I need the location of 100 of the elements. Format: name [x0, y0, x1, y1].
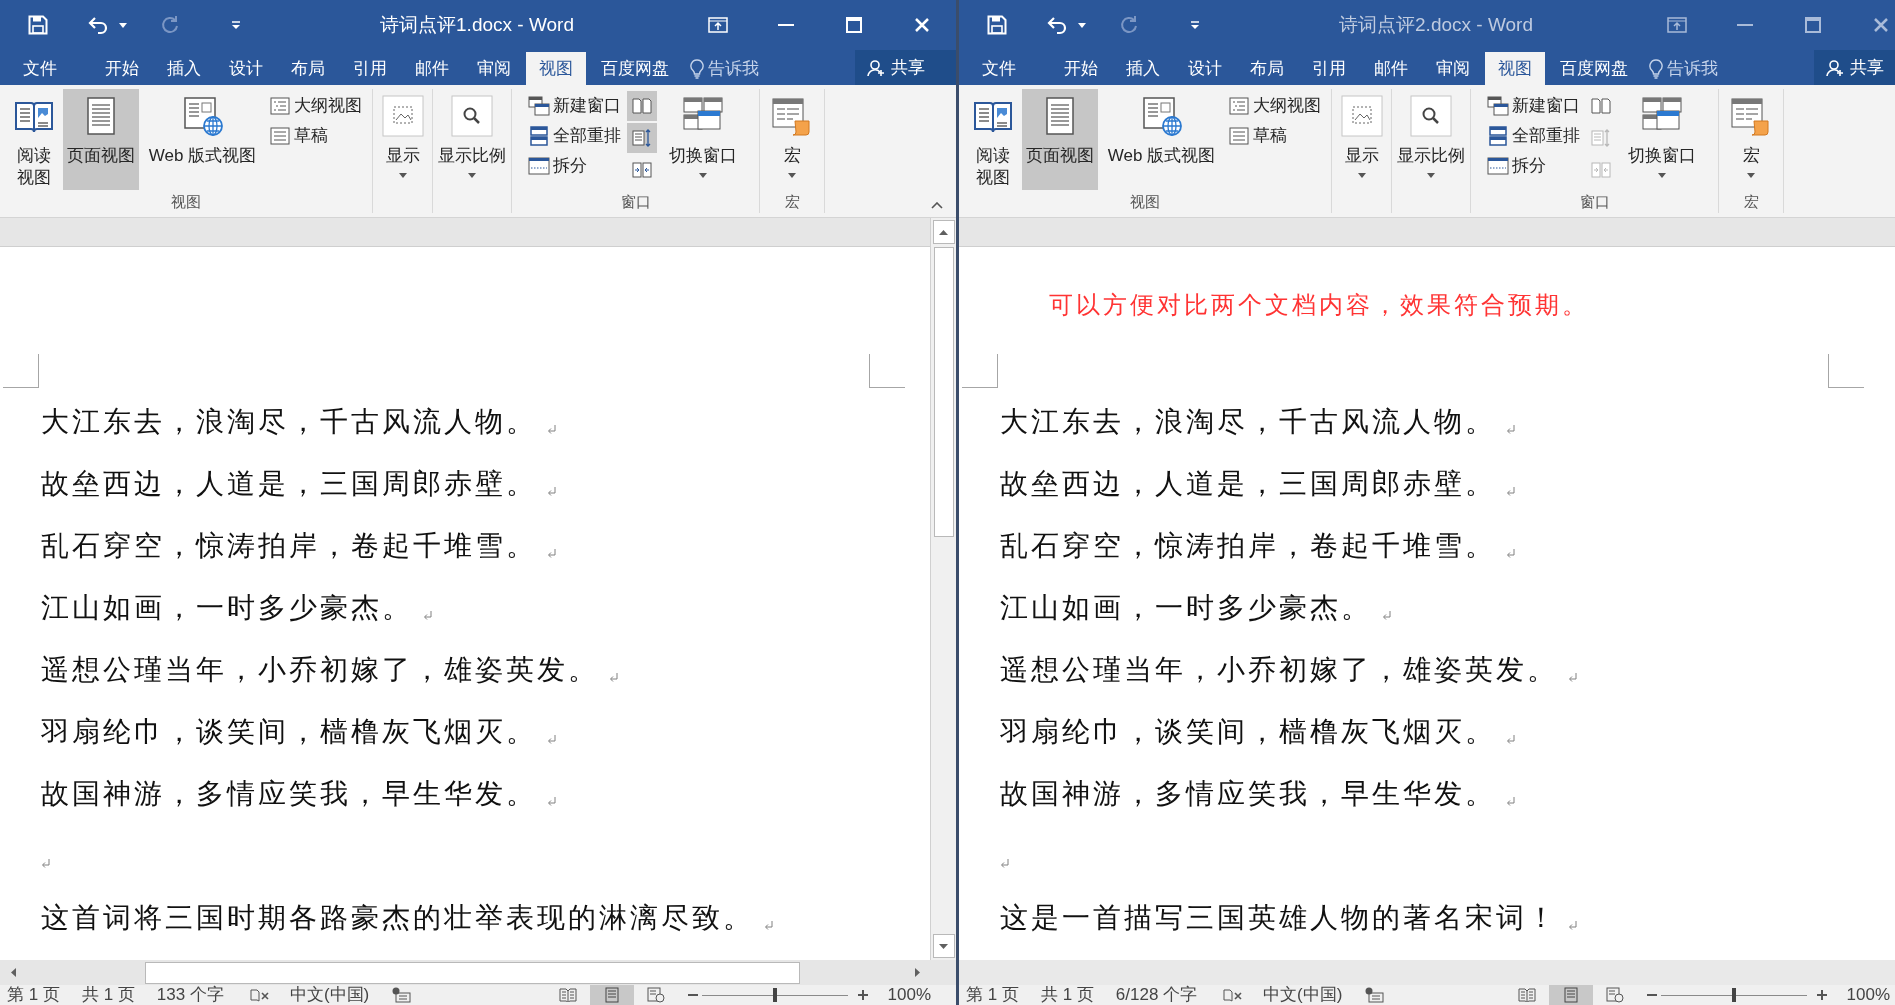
page-count: 共 1 页 — [1040, 985, 1094, 1005]
ribbon-tab[interactable]: 开始 — [1051, 52, 1111, 85]
share-button[interactable]: 共享 — [1814, 50, 1895, 85]
web-layout-button[interactable]: Web 版式视图 — [142, 89, 263, 190]
draft-button[interactable]: 草稿 — [266, 122, 330, 150]
group-label: 宏 — [1743, 192, 1759, 212]
new-window-button[interactable]: 新建窗口 — [1485, 92, 1582, 120]
draft-button[interactable]: 草稿 — [1225, 122, 1289, 150]
undo-icon[interactable] — [88, 15, 110, 35]
zoom-button[interactable]: 显示比例 — [434, 89, 510, 190]
ribbon-tab[interactable]: 引用 — [1299, 52, 1359, 85]
ribbon-tab[interactable]: 布局 — [1237, 52, 1297, 85]
switch-windows-button[interactable]: 切换窗口 — [661, 89, 745, 190]
zoom-slider-thumb[interactable] — [1731, 988, 1736, 1002]
arrange-all-button[interactable]: 全部重排 — [1485, 122, 1582, 150]
synchronous-scrolling-button[interactable] — [627, 123, 657, 153]
ribbon-tab[interactable]: 邮件 — [402, 52, 462, 85]
open-book-icon — [1517, 988, 1536, 1002]
window-title: 诗词点评2.docx - Word — [1339, 12, 1533, 37]
print-layout-button[interactable]: 页面视图 — [1021, 89, 1098, 190]
ribbon-tab[interactable]: 邮件 — [1361, 52, 1421, 85]
macros-button[interactable]: 宏 — [1721, 89, 1781, 190]
maximize-icon[interactable] — [1805, 17, 1821, 33]
dot-and-box-icon[interactable] — [391, 987, 412, 1003]
ribbon-tab[interactable]: 视图 — [1485, 52, 1545, 85]
ribbon-tab[interactable]: 审阅 — [464, 52, 524, 85]
book-x-icon[interactable] — [1223, 988, 1244, 1002]
language-status[interactable]: 中文(中国) — [1263, 985, 1343, 1005]
read-mode-button[interactable]: 阅读视图 — [8, 89, 59, 190]
vertical-scrollbar[interactable] — [930, 218, 956, 960]
caret-icon[interactable] — [1078, 22, 1086, 28]
ribbon-tab[interactable]: 百度网盘 — [588, 52, 682, 85]
word-count[interactable]: 6/128 个字 — [1115, 985, 1198, 1005]
ribbon-tab[interactable]: 布局 — [278, 52, 338, 85]
ribbon-tab[interactable]: 文件 — [10, 52, 70, 85]
two-pages-icon — [1591, 96, 1611, 116]
outline-button[interactable]: 大纲视图 — [1225, 92, 1323, 120]
scroll-down-button[interactable] — [932, 934, 955, 958]
ribbon-tab[interactable]: 文件 — [969, 52, 1029, 85]
caret-icon[interactable] — [119, 22, 127, 28]
read-mode-button[interactable]: 阅读视图 — [967, 89, 1018, 190]
print-layout-view-button[interactable] — [589, 985, 634, 1005]
close-icon[interactable] — [1873, 17, 1889, 33]
zoom-in-icon[interactable] — [857, 990, 868, 1000]
ribbon-tab[interactable]: 审阅 — [1423, 52, 1483, 85]
document-line: 故垒西边，人道是，三国周郎赤壁。 — [41, 467, 537, 501]
print-layout-view-button[interactable] — [1548, 985, 1593, 1005]
outline-list-icon — [1227, 96, 1250, 116]
ribbon-tab[interactable]: 插入 — [1113, 52, 1173, 85]
web-layout-button[interactable]: Web 版式视图 — [1101, 89, 1222, 190]
paragraph-mark-icon — [1382, 610, 1391, 620]
share-button[interactable]: 共享 — [855, 50, 956, 85]
zoom-slider[interactable] — [1660, 988, 1807, 1002]
outline-button[interactable]: 大纲视图 — [266, 92, 364, 120]
dot-and-box-icon[interactable] — [1364, 987, 1385, 1003]
page-number[interactable]: 第 1 页 — [7, 985, 60, 1005]
scrollbar-thumb[interactable] — [145, 961, 800, 984]
split-button[interactable]: 拆分 — [1485, 152, 1548, 180]
document-line: 大江东去，浪淘尽，千古风流人物。 — [1000, 405, 1496, 439]
show-button[interactable]: 显示 — [1333, 89, 1390, 190]
zoom-slider-thumb[interactable] — [772, 988, 777, 1002]
horizontal-scrollbar[interactable] — [0, 960, 956, 985]
line-caret-icon[interactable] — [1190, 20, 1200, 30]
macros-button[interactable]: 宏 — [762, 89, 822, 190]
zoom-button[interactable]: 显示比例 — [1393, 89, 1469, 190]
image-frame-icon — [1340, 95, 1383, 137]
ribbon-tab[interactable]: 插入 — [154, 52, 214, 85]
zoom-slider[interactable] — [701, 988, 848, 1002]
ribbon-tab[interactable]: 设计 — [216, 52, 276, 85]
ribbon-tab[interactable]: 百度网盘 — [1547, 52, 1641, 85]
save-icon[interactable] — [28, 15, 48, 35]
ribbon-tab[interactable]: 设计 — [1175, 52, 1235, 85]
ribbon-tab[interactable]: 引用 — [340, 52, 400, 85]
line-caret-icon[interactable] — [231, 20, 241, 30]
show-button[interactable]: 显示 — [374, 89, 431, 190]
undo-icon[interactable] — [1047, 15, 1069, 35]
collapse-ribbon-icon[interactable] — [931, 202, 943, 209]
scrollbar-thumb[interactable] — [933, 247, 954, 537]
search-icon — [1410, 95, 1452, 137]
new-window-button[interactable]: 新建窗口 — [526, 92, 623, 120]
person-plus-icon — [1826, 58, 1844, 77]
scroll-up-button[interactable] — [932, 220, 955, 244]
save-icon[interactable] — [987, 15, 1007, 35]
ribbon-tab[interactable]: 视图 — [526, 52, 586, 85]
switch-windows-button[interactable]: 切换窗口 — [1620, 89, 1704, 190]
split-button[interactable]: 拆分 — [526, 152, 589, 180]
zoom-level[interactable]: 100% — [887, 985, 931, 1005]
arrange-all-button[interactable]: 全部重排 — [526, 122, 623, 150]
side-by-side-button[interactable] — [627, 91, 657, 121]
tell-me-button[interactable]: 告诉我 — [1649, 52, 1718, 85]
zoom-level[interactable]: 100% — [1846, 985, 1890, 1005]
print-layout-button[interactable]: 页面视图 — [62, 89, 139, 190]
language-status[interactable]: 中文(中国) — [289, 985, 370, 1005]
book-x-icon[interactable] — [249, 988, 270, 1002]
document-scroll-icon — [1730, 95, 1772, 137]
zoom-in-icon[interactable] — [1816, 990, 1827, 1000]
page-number[interactable]: 第 1 页 — [966, 985, 1019, 1005]
word-count[interactable]: 133 个字 — [156, 985, 224, 1005]
tell-me-button[interactable]: 告诉我 — [690, 52, 759, 85]
ribbon-tab[interactable]: 开始 — [92, 52, 152, 85]
